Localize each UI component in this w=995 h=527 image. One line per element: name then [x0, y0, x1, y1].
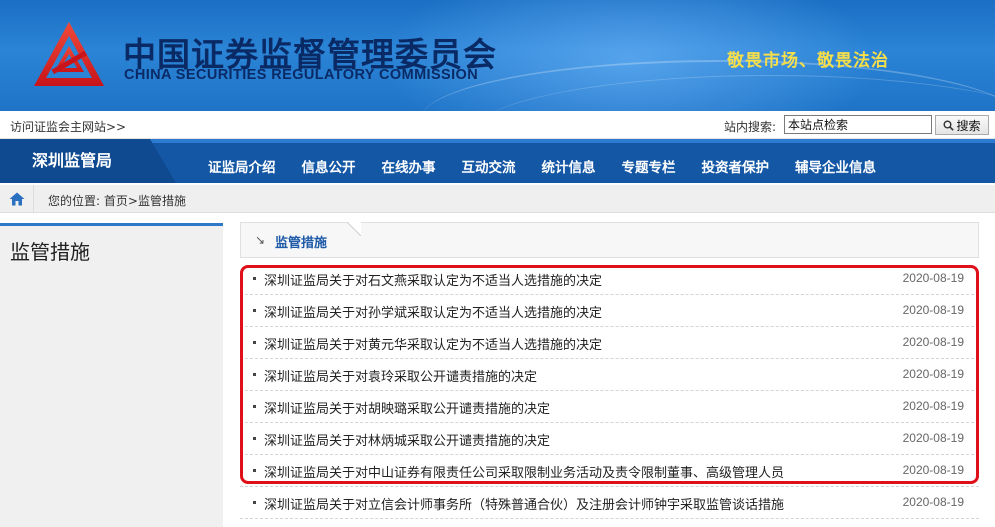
bullet-icon: [253, 501, 256, 504]
main-nav: 深圳监管局 证监局介绍 信息公开 在线办事 互动交流 统计信息 专题专栏 投资者…: [0, 139, 995, 183]
search-button[interactable]: 搜索: [935, 115, 989, 135]
nav-item-info-disclosure[interactable]: 信息公开: [302, 146, 356, 176]
breadcrumb-home-link[interactable]: 首页: [104, 194, 128, 208]
list-item[interactable]: 深圳证监局关于对林炳城采取公开谴责措施的决定 2020-08-19: [240, 423, 979, 455]
nav-home-tab[interactable]: 深圳监管局: [0, 139, 176, 183]
list-item-title[interactable]: 深圳证监局关于对立信会计师事务所（特殊普通合伙）及注册会计师钟宇采取监管谈话措施: [264, 494, 784, 513]
list-item-date: 2020-08-19: [902, 271, 964, 285]
list-item[interactable]: 深圳证监局关于对石文燕采取认定为不适当人选措施的决定 2020-08-19: [240, 263, 979, 295]
nav-items: 证监局介绍 信息公开 在线办事 互动交流 统计信息 专题专栏 投资者保护 辅导企…: [195, 139, 889, 183]
header-banner: 中国证券监督管理委员会 CHINA SECURITIES REGULATORY …: [0, 0, 995, 111]
breadcrumb-prefix: 您的位置:: [48, 194, 101, 208]
bullet-icon: [253, 373, 256, 376]
list-item-title[interactable]: 深圳证监局关于对林炳城采取公开谴责措施的决定: [264, 430, 550, 449]
list-item[interactable]: 深圳证监局关于对中山证券有限责任公司采取限制业务活动及责令限制董事、高级管理人员…: [240, 455, 979, 487]
list-item-date: 2020-08-19: [902, 495, 964, 509]
list-item-title[interactable]: 深圳证监局关于对黄元华采取认定为不适当人选措施的决定: [264, 334, 602, 353]
list-item-date: 2020-08-19: [902, 303, 964, 317]
breadcrumb-separator: >: [127, 194, 138, 208]
list-item-title[interactable]: 深圳证监局关于对中山证券有限责任公司采取限制业务活动及责令限制董事、高级管理人员: [264, 462, 784, 481]
list-item-date: 2020-08-19: [902, 399, 964, 413]
breadcrumb-text: 您的位置: 首页>监管措施: [48, 192, 186, 209]
list-item-date: 2020-08-19: [902, 367, 964, 381]
bullet-icon: [253, 405, 256, 408]
nav-item-bureau-intro[interactable]: 证监局介绍: [208, 146, 276, 176]
home-button[interactable]: [0, 185, 34, 213]
list-item-date: 2020-08-19: [902, 431, 964, 445]
panel-notch-icon: [347, 222, 361, 236]
home-icon: [9, 192, 24, 206]
list-item-title[interactable]: 深圳证监局关于对袁玲采取公开谴责措施的决定: [264, 366, 537, 385]
magnifier-icon: [943, 120, 955, 131]
breadcrumb: 您的位置: 首页>监管措施: [0, 185, 995, 213]
list-item[interactable]: 深圳证监局关于对胡映璐采取公开谴责措施的决定 2020-08-19: [240, 391, 979, 423]
bullet-icon: [253, 277, 256, 280]
nav-item-special-topics[interactable]: 专题专栏: [622, 146, 676, 176]
bullet-icon: [253, 469, 256, 472]
bullet-icon: [253, 341, 256, 344]
brand-name-en: CHINA SECURITIES REGULATORY COMMISSION: [124, 67, 479, 83]
arrow-icon: ↘: [255, 233, 266, 247]
list-item[interactable]: 深圳证监局关于对黄元华采取认定为不适当人选措施的决定 2020-08-19: [240, 327, 979, 359]
sidebar-title: 监管措施: [10, 240, 90, 264]
list-item-date: 2020-08-19: [902, 463, 964, 477]
nav-item-investor-protection[interactable]: 投资者保护: [702, 146, 770, 176]
bullet-icon: [253, 309, 256, 312]
search-input[interactable]: [784, 115, 932, 134]
list-item-date: 2020-08-19: [902, 335, 964, 349]
list-item[interactable]: 深圳证监局关于对袁玲采取公开谴责措施的决定 2020-08-19: [240, 359, 979, 391]
nav-item-tutoring-info[interactable]: 辅导企业信息: [795, 146, 876, 176]
panel-header: ↘ 监管措施: [240, 222, 979, 258]
measures-list: 深圳证监局关于对石文燕采取认定为不适当人选措施的决定 2020-08-19 深圳…: [240, 263, 979, 519]
slogan: 敬畏市场、敬畏法治: [727, 51, 889, 71]
nav-home-label: 深圳监管局: [32, 151, 113, 170]
list-item-title[interactable]: 深圳证监局关于对石文燕采取认定为不适当人选措施的决定: [264, 270, 602, 289]
nav-item-statistics[interactable]: 统计信息: [542, 146, 596, 176]
sidebar: 监管措施: [0, 223, 223, 527]
list-item[interactable]: 深圳证监局关于对立信会计师事务所（特殊普通合伙）及注册会计师钟宇采取监管谈话措施…: [240, 487, 979, 519]
utility-bar: 访问证监会主网站>> 站内搜索: 搜索: [0, 111, 995, 139]
csrc-logo-icon: [34, 22, 104, 86]
nav-item-online-service[interactable]: 在线办事: [382, 146, 436, 176]
bullet-icon: [253, 437, 256, 440]
list-item-title[interactable]: 深圳证监局关于对胡映璐采取公开谴责措施的决定: [264, 398, 550, 417]
list-item[interactable]: 深圳证监局关于对孙学斌采取认定为不适当人选措施的决定 2020-08-19: [240, 295, 979, 327]
visit-main-site-link[interactable]: 访问证监会主网站>>: [10, 118, 126, 135]
search-button-label: 搜索: [956, 118, 981, 133]
search-label: 站内搜索:: [724, 120, 777, 134]
panel-title: 监管措施: [275, 236, 328, 251]
breadcrumb-current: 监管措施: [137, 194, 186, 208]
nav-item-interaction[interactable]: 互动交流: [462, 146, 516, 176]
list-item-title[interactable]: 深圳证监局关于对孙学斌采取认定为不适当人选措施的决定: [264, 302, 602, 321]
